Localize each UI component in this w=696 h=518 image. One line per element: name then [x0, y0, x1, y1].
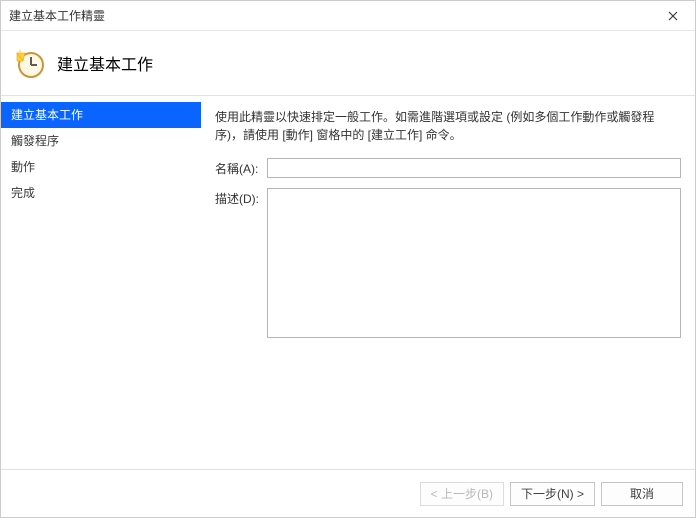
description-row: 描述(D):	[215, 188, 681, 338]
sidebar-item-finish[interactable]: 完成	[1, 180, 201, 206]
close-icon	[668, 11, 678, 21]
description-label: 描述(D):	[215, 188, 267, 207]
titlebar: 建立基本工作精靈	[1, 1, 695, 31]
wizard-header: 建立基本工作	[1, 31, 695, 95]
wizard-body: 建立基本工作 觸發程序 動作 完成 使用此精靈以快速排定一般工作。如需進階選項或…	[1, 96, 695, 469]
cancel-button[interactable]: 取消	[601, 482, 683, 506]
sidebar-item-action[interactable]: 動作	[1, 154, 201, 180]
window-title: 建立基本工作精靈	[9, 7, 105, 24]
sidebar: 建立基本工作 觸發程序 動作 完成	[1, 96, 201, 469]
back-button: < 上一步(B)	[420, 482, 504, 506]
next-button[interactable]: 下一步(N) >	[510, 482, 595, 506]
task-icon	[13, 47, 45, 79]
main-panel: 使用此精靈以快速排定一般工作。如需進階選項或設定 (例如多個工作動作或觸發程序)…	[201, 96, 695, 469]
name-row: 名稱(A):	[215, 158, 681, 178]
page-title: 建立基本工作	[57, 51, 153, 75]
name-input[interactable]	[267, 158, 681, 178]
sidebar-item-trigger[interactable]: 觸發程序	[1, 128, 201, 154]
footer: < 上一步(B) 下一步(N) > 取消	[1, 469, 695, 517]
name-label: 名稱(A):	[215, 158, 267, 177]
intro-text: 使用此精靈以快速排定一般工作。如需進階選項或設定 (例如多個工作動作或觸發程序)…	[215, 108, 681, 144]
description-input[interactable]	[267, 188, 681, 338]
sidebar-item-create-basic-task[interactable]: 建立基本工作	[1, 102, 201, 128]
close-button[interactable]	[651, 1, 695, 31]
